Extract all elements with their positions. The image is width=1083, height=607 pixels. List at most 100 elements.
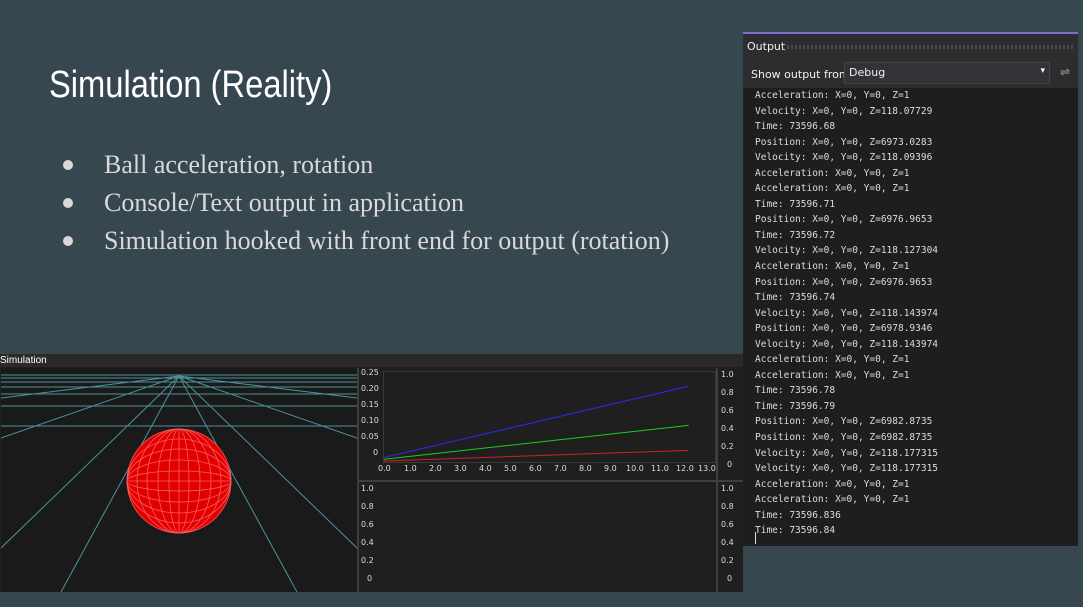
x-tick-label: 9.0 (604, 464, 617, 473)
output-text-area[interactable]: Acceleration: X=0, Y=0, Z=1 Velocity: X=0… (755, 88, 938, 539)
x-tick-label: 10.0 (626, 464, 644, 473)
output-line: Acceleration: X=0, Y=0, Z=1 (755, 90, 910, 101)
output-line: Time: 73596.836 (755, 509, 841, 521)
y-tick-label: 0.6 (361, 520, 374, 529)
bullet-dot-icon (63, 236, 73, 246)
output-line: Position: X=0, Y=0, Z=6978.9346 (755, 323, 933, 335)
output-line: Acceleration: X=0, Y=0, Z=1 (755, 261, 910, 273)
bullet-text: Console/Text output in application (104, 188, 464, 217)
output-line: Position: X=0, Y=0, Z=6976.9653 (755, 214, 933, 226)
output-line: Acceleration: X=0, Y=0, Z=1 (755, 494, 910, 506)
y-tick-label: 0.2 (361, 556, 374, 565)
output-line: Time: 73596.79 (755, 400, 836, 412)
line-chart-top: 0.25 0.20 0.15 0.10 0.05 0 0.0 1.0 2.0 3… (359, 368, 716, 480)
output-line: Position: X=0, Y=0, Z=6976.9653 (755, 276, 933, 288)
y-tick-label: 0.8 (361, 502, 374, 511)
output-line: Time: 73596.68 (755, 121, 836, 133)
output-line: Velocity: X=0, Y=0, Z=118.09396 (755, 152, 933, 164)
x-tick-label: 5.0 (504, 464, 517, 473)
line-chart-bottom: 1.0 0.8 0.6 0.4 0.2 0 (359, 482, 716, 592)
3d-viewport[interactable] (1, 368, 357, 592)
bullet-text: Ball acceleration, rotation (104, 150, 374, 179)
bullet-list: Ball acceleration, rotation Console/Text… (60, 150, 669, 264)
x-tick-label: 6.0 (529, 464, 542, 473)
y-tick-label: 0.25 (361, 368, 379, 377)
output-source-dropdown[interactable]: Debug ▾ (844, 62, 1050, 84)
chevron-down-icon[interactable]: ▾ (1040, 65, 1045, 76)
output-line: Velocity: X=0, Y=0, Z=118.143974 (755, 338, 939, 350)
panel-grip[interactable] (787, 45, 1075, 49)
ball-wireframe (126, 428, 232, 534)
output-line: Velocity: X=0, Y=0, Z=118.07729 (755, 105, 933, 117)
x-tick-label: 7.0 (554, 464, 567, 473)
x-tick-label: 12.0 (676, 464, 694, 473)
right-axis-bottom: 1.0 0.8 0.6 0.4 0.2 0 (718, 482, 743, 592)
show-output-from-label: Show output from: (751, 68, 854, 81)
word-wrap-icon[interactable]: ⇌ (1057, 64, 1073, 80)
y-tick-label: 0 (367, 574, 373, 583)
output-panel-title: Output (747, 40, 786, 53)
simulation-window-title[interactable]: Simulation (0, 354, 743, 367)
y-tick-label: 0.20 (361, 384, 379, 393)
y-tick-label: 0.15 (361, 400, 379, 409)
output-line: Velocity: X=0, Y=0, Z=118.177315 (755, 463, 939, 475)
bullet-item: Console/Text output in application (60, 188, 669, 226)
x-tick-label: 0.0 (378, 464, 391, 473)
bullet-item: Simulation hooked with front end for out… (60, 226, 669, 264)
y-tick-label: 0.6 (721, 406, 734, 415)
output-line: Position: X=0, Y=0, Z=6982.8735 (755, 416, 933, 428)
output-line: Time: 73596.78 (755, 385, 836, 397)
output-line: Velocity: X=0, Y=0, Z=118.127304 (755, 245, 939, 257)
text-caret (755, 532, 756, 544)
output-toolbar: Show output from: Debug ▾ ⇌ (743, 56, 1078, 88)
slide-title: Simulation (Reality) (49, 64, 333, 106)
series-line-1 (383, 424, 689, 460)
series-line-2 (383, 449, 689, 462)
x-tick-label: 8.0 (579, 464, 592, 473)
output-line: Time: 73596.84 (755, 525, 836, 537)
y-tick-label: 0.2 (721, 442, 734, 451)
y-tick-label: 1.0 (721, 484, 734, 493)
y-tick-label: 0.2 (721, 556, 734, 565)
bullet-item: Ball acceleration, rotation (60, 150, 669, 188)
x-tick-label: 3.0 (454, 464, 467, 473)
bullet-text: Simulation hooked with front end for out… (104, 226, 670, 255)
y-tick-label: 0.4 (361, 538, 374, 547)
y-tick-label: 0.4 (721, 424, 734, 433)
y-tick-label: 0 (727, 460, 733, 469)
bullet-dot-icon (63, 160, 73, 170)
output-panel[interactable]: Output Show output from: Debug ▾ ⇌ Accel… (743, 32, 1078, 546)
x-tick-label: 13.0 (698, 464, 716, 473)
y-tick-label: 1.0 (721, 370, 734, 379)
output-panel-header[interactable]: Output (743, 34, 1078, 56)
output-line: Time: 73596.74 (755, 292, 836, 304)
y-tick-label: 0.8 (721, 502, 734, 511)
output-line: Position: X=0, Y=0, Z=6973.0283 (755, 136, 933, 148)
output-line: Time: 73596.72 (755, 229, 836, 241)
series-line-0 (383, 385, 689, 458)
x-tick-label: 4.0 (479, 464, 492, 473)
output-line: Velocity: X=0, Y=0, Z=118.177315 (755, 447, 939, 459)
y-tick-label: 0.05 (361, 432, 379, 441)
output-line: Acceleration: X=0, Y=0, Z=1 (755, 478, 910, 490)
output-line: Position: X=0, Y=0, Z=6982.8735 (755, 432, 933, 444)
output-source-value: Debug (849, 66, 886, 79)
output-line: Time: 73596.71 (755, 198, 836, 210)
right-axis-top: 1.0 0.8 0.6 0.4 0.2 0 (718, 368, 743, 480)
x-tick-label: 11.0 (651, 464, 669, 473)
y-tick-label: 1.0 (361, 484, 374, 493)
y-tick-label: 0.8 (721, 388, 734, 397)
output-line: Acceleration: X=0, Y=0, Z=1 (755, 183, 910, 195)
output-line: Acceleration: X=0, Y=0, Z=1 (755, 354, 910, 366)
x-tick-label: 1.0 (404, 464, 417, 473)
y-tick-label: 0 (727, 574, 733, 583)
3d-scene (1, 374, 357, 592)
x-tick-label: 2.0 (429, 464, 442, 473)
y-tick-label: 0.10 (361, 416, 379, 425)
simulation-window[interactable]: Simulation 0.25 0.20 0.15 0.10 0.05 0 0.… (0, 354, 743, 592)
output-line: Acceleration: X=0, Y=0, Z=1 (755, 369, 910, 381)
output-line: Acceleration: X=0, Y=0, Z=1 (755, 167, 910, 179)
bullet-dot-icon (63, 198, 73, 208)
y-tick-label: 0 (373, 448, 379, 457)
output-line: Velocity: X=0, Y=0, Z=118.143974 (755, 307, 939, 319)
